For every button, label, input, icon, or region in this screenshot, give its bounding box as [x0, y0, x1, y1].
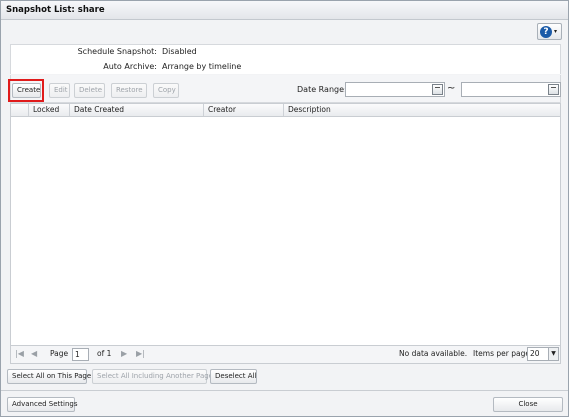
pagination-bar: |◀ ◀ Page 1 of 1 ▶ ▶| No data available.…	[10, 346, 561, 364]
help-button[interactable]: ? ▾	[537, 23, 562, 40]
first-page-icon[interactable]: |◀	[15, 346, 24, 362]
calendar-icon[interactable]	[548, 84, 559, 95]
date-from-input[interactable]	[345, 82, 445, 97]
schedule-snapshot-row: Schedule Snapshot: Disabled	[11, 46, 560, 58]
select-all-page-button[interactable]: Select All on This Page	[7, 369, 91, 384]
calendar-icon[interactable]	[432, 84, 443, 95]
column-locked[interactable]: Locked	[28, 104, 69, 116]
restore-button[interactable]: Restore	[111, 83, 147, 98]
delete-button[interactable]: Delete	[74, 83, 105, 98]
column-date-created[interactable]: Date Created	[69, 104, 203, 116]
create-highlight-box	[8, 79, 44, 102]
column-creator[interactable]: Creator	[203, 104, 283, 116]
no-data-status: No data available.	[399, 349, 468, 358]
help-icon: ?	[540, 25, 552, 38]
items-per-page-label: Items per page:	[473, 349, 533, 358]
page-number-input[interactable]: 1	[72, 348, 89, 361]
deselect-all-button[interactable]: Deselect All	[210, 369, 257, 384]
range-separator: ~	[447, 83, 456, 94]
auto-archive-value: Arrange by timeline	[162, 62, 242, 71]
edit-button[interactable]: Edit	[49, 83, 70, 98]
close-button[interactable]: Close	[493, 397, 563, 412]
items-per-page-select[interactable]: 20 ▼	[527, 347, 559, 361]
advanced-settings-button[interactable]: Advanced Settings	[7, 397, 78, 412]
schedule-snapshot-value: Disabled	[162, 47, 197, 56]
page-label: Page	[50, 349, 69, 358]
snapshot-list-dialog: Snapshot List: share ? ▾ Schedule Snapsh…	[0, 0, 569, 417]
column-select[interactable]	[11, 104, 28, 116]
info-panel: Schedule Snapshot: Disabled Auto Archive…	[10, 44, 561, 74]
column-description[interactable]: Description	[283, 104, 560, 116]
table-body	[10, 117, 561, 346]
next-page-icon[interactable]: ▶	[121, 346, 127, 362]
chevron-down-icon: ▼	[548, 348, 558, 360]
footer-divider	[1, 390, 568, 391]
select-all-including-button[interactable]: Select All Including Another Page	[92, 369, 213, 384]
date-range-label: Date Range:	[297, 85, 347, 94]
page-count-label: of 1	[97, 349, 112, 358]
auto-archive-label: Auto Archive:	[103, 62, 157, 71]
copy-button[interactable]: Copy	[153, 83, 179, 98]
chevron-down-icon: ▾	[554, 28, 558, 35]
auto-archive-row: Auto Archive: Arrange by timeline	[11, 61, 560, 73]
schedule-snapshot-label: Schedule Snapshot:	[77, 47, 157, 56]
items-per-page-value: 20	[530, 349, 540, 358]
previous-page-icon[interactable]: ◀	[31, 346, 37, 362]
window-title: Snapshot List: share	[1, 1, 568, 20]
date-to-input[interactable]	[461, 82, 561, 97]
table-header: Locked Date Created Creator Description	[10, 103, 561, 117]
last-page-icon[interactable]: ▶|	[136, 346, 145, 362]
